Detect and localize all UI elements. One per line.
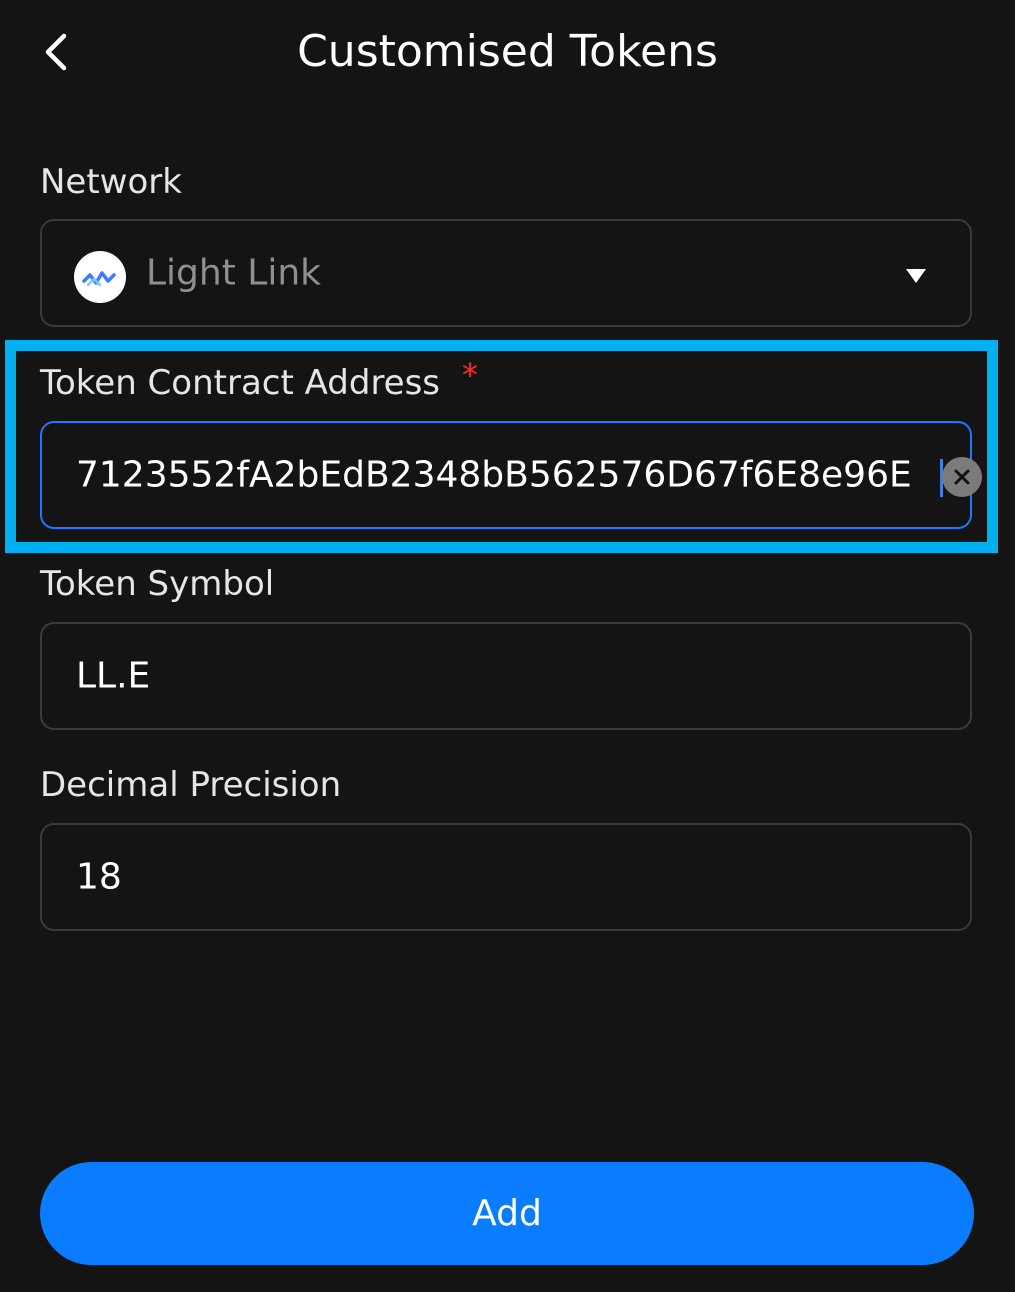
network-selected-value: Light Link bbox=[146, 252, 322, 294]
contract-address-value: 7123552fA2bEdB2348bB562576D67f6E8e96E bbox=[76, 454, 912, 496]
contract-address-label: Token Contract Address * bbox=[40, 356, 478, 403]
token-symbol-value: LL.E bbox=[76, 655, 151, 697]
token-symbol-input[interactable]: LL.E bbox=[40, 622, 972, 730]
caret-down-icon bbox=[906, 269, 926, 283]
required-marker: * bbox=[462, 356, 479, 394]
clear-input-button[interactable] bbox=[942, 457, 982, 497]
light-link-logo-icon bbox=[74, 251, 126, 303]
network-label: Network bbox=[40, 162, 182, 202]
decimal-precision-value: 18 bbox=[76, 856, 122, 898]
token-symbol-label: Token Symbol bbox=[40, 564, 275, 604]
contract-address-label-text: Token Contract Address bbox=[40, 363, 441, 403]
add-button[interactable]: Add bbox=[40, 1162, 974, 1265]
decimal-precision-input[interactable]: 18 bbox=[40, 823, 972, 931]
network-select[interactable]: Light Link bbox=[40, 219, 972, 327]
contract-address-input[interactable]: 7123552fA2bEdB2348bB562576D67f6E8e96E bbox=[40, 421, 982, 529]
decimal-precision-label: Decimal Precision bbox=[40, 765, 342, 805]
header-bar: Customised Tokens bbox=[0, 0, 1015, 110]
page-title: Customised Tokens bbox=[297, 26, 718, 77]
clear-x-icon bbox=[954, 469, 970, 485]
